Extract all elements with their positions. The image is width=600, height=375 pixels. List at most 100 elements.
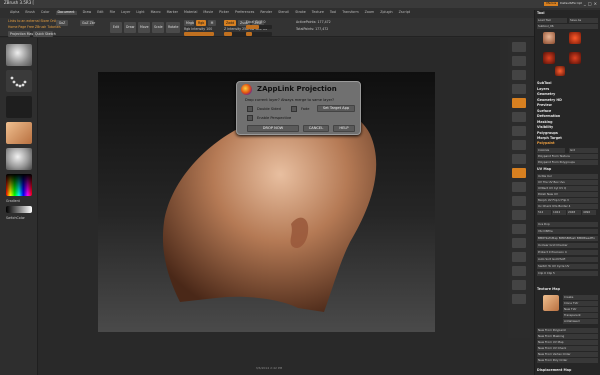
menu-item-document[interactable]: Document — [55, 10, 77, 15]
scale-icon[interactable] — [512, 210, 526, 220]
section-layers[interactable]: Layers — [537, 87, 598, 92]
menu-item-marker[interactable]: Marker — [167, 10, 178, 15]
switch-color-label[interactable]: SwitchColor — [6, 216, 25, 221]
menu-item-alpha[interactable]: Alpha — [10, 10, 19, 15]
texture-antialiased-button[interactable]: Antialiased — [563, 319, 598, 324]
head-tool-thumbnail[interactable] — [543, 32, 555, 44]
help-button[interactable]: HELP — [333, 125, 355, 132]
gradient-swatch[interactable] — [6, 206, 32, 213]
section-surface[interactable]: Surface — [537, 109, 598, 114]
uv-tool-row[interactable]: Clip 0 Clip 5 — [537, 271, 598, 276]
mrgb-button[interactable]: Mrgb — [184, 20, 194, 26]
menu-item-render[interactable]: Render — [260, 10, 272, 15]
cancel-button[interactable]: CANCEL — [303, 125, 329, 132]
grd-toggle[interactable]: Grd — [569, 148, 598, 153]
load-tool-button[interactable]: Load Tool — [537, 18, 567, 23]
texture-map-thumbnail[interactable] — [543, 295, 559, 311]
menus-button[interactable]: Menus — [544, 1, 559, 6]
section-morph-target[interactable]: Morph Target — [537, 136, 598, 141]
menu-item-tool[interactable]: Tool — [330, 10, 336, 15]
menu-item-movie[interactable]: Movie — [203, 10, 213, 15]
save-as-button[interactable]: Save As — [569, 18, 598, 23]
polypaint-header[interactable]: Polypaint — [537, 141, 598, 146]
menu-item-texture[interactable]: Texture — [312, 10, 324, 15]
alpha-thumbnail[interactable] — [6, 96, 32, 118]
section-polygroups[interactable]: Polygroups — [537, 131, 598, 136]
quick-sketch-button[interactable]: Quick Sketch — [33, 31, 56, 37]
rgb-intensity-slider[interactable] — [184, 32, 214, 36]
displacement-header[interactable]: Displacement Map — [537, 368, 598, 373]
uv-row[interactable]: Polish New UV — [537, 192, 598, 197]
zadd-button[interactable]: Zadd — [224, 20, 236, 26]
uv-row[interactable]: Uvtile Uvc — [537, 174, 598, 179]
m-button[interactable]: M — [208, 20, 216, 26]
color-picker[interactable] — [6, 174, 32, 196]
section-geometry-hd[interactable]: Geometry HD — [537, 98, 598, 103]
section-geometry[interactable]: Geometry — [537, 92, 598, 97]
menu-item-draw[interactable]: Draw — [83, 10, 92, 15]
menu-item-zscript[interactable]: Zscript — [399, 10, 410, 15]
xyz-icon[interactable] — [512, 168, 526, 178]
stroke-thumbnail[interactable] — [6, 70, 32, 92]
uv-tool-row[interactable]: Vtv DNTile — [537, 229, 598, 234]
bpr-icon[interactable] — [512, 42, 526, 52]
drop-now-button[interactable]: DROP NOW — [247, 125, 299, 132]
menu-item-stroke[interactable]: Stroke — [295, 10, 306, 15]
uv-size-2048[interactable]: 2048 — [567, 210, 581, 215]
uv-row[interactable]: UV Tile UV Box Uvs — [537, 180, 598, 185]
menu-item-brush[interactable]: Brush — [25, 10, 35, 15]
spix-icon[interactable] — [512, 56, 526, 66]
gradient-label[interactable]: Gradient — [6, 199, 20, 204]
menu-item-edit[interactable]: Edit — [97, 10, 103, 15]
polypaint-from-texture-button[interactable]: Polypaint From Texture — [537, 154, 598, 159]
texture-create-button[interactable]: Create — [563, 295, 598, 300]
edit-button[interactable]: Edit — [110, 22, 122, 33]
move-button[interactable]: Move — [138, 22, 150, 33]
section-subtool[interactable]: SubTool — [537, 81, 598, 86]
colorize-toggle[interactable]: Colorize — [537, 148, 565, 153]
texture-clone-txtr-button[interactable]: Clone Txtr — [563, 301, 598, 306]
double-sided-checkbox[interactable] — [247, 106, 253, 112]
new-from-row[interactable]: New From Polypaint — [537, 328, 598, 333]
current-tool-name[interactable]: Subtool_06 — [537, 24, 598, 29]
menu-item-zplugin[interactable]: Zplugin — [380, 10, 392, 15]
transp-icon[interactable] — [512, 252, 526, 262]
menu-item-macro[interactable]: Macro — [151, 10, 161, 15]
uv-tool-row[interactable]: BMRTileToMap BMRSBMesh BMRBleedFix — [537, 236, 598, 241]
new-from-row[interactable]: New From UV Check — [537, 346, 598, 351]
set-target-app-button[interactable]: Set Target App — [317, 105, 355, 112]
new-from-row[interactable]: New From Vertex Order — [537, 352, 598, 357]
menu-item-material[interactable]: Material — [184, 10, 197, 15]
section-preview[interactable]: Preview — [537, 103, 598, 108]
subtool04-thumbnail[interactable] — [569, 32, 581, 44]
rotate-button[interactable]: Rotate — [166, 22, 180, 33]
menu-item-file[interactable]: File — [110, 10, 116, 15]
menu-item-stencil[interactable]: Stencil — [278, 10, 289, 15]
uv-tool-row[interactable]: Uvclear Grid Checker — [537, 243, 598, 248]
floor-icon[interactable] — [512, 140, 526, 150]
sphere-thumbnail[interactable] — [543, 52, 555, 64]
persp-icon[interactable] — [512, 126, 526, 136]
cylinder-thumbnail[interactable] — [555, 66, 565, 76]
uv-tool-row[interactable]: Protect 0 Precision 4 — [537, 250, 598, 255]
minimize-button[interactable]: _ — [584, 1, 586, 7]
fade-checkbox[interactable] — [291, 106, 297, 112]
xpose-icon[interactable] — [512, 294, 526, 304]
uv-size-4096[interactable]: 4096 — [582, 210, 596, 215]
draw-size-slider[interactable] — [246, 32, 272, 36]
move-icon[interactable] — [512, 196, 526, 206]
draw-button[interactable]: Draw — [124, 22, 136, 33]
ghost-icon[interactable] — [512, 266, 526, 276]
section-visibility[interactable]: Visibility — [537, 125, 598, 130]
uv-row[interactable]: UVRect UV Cyl UV Q — [537, 186, 598, 191]
rotate-icon[interactable] — [512, 224, 526, 234]
uv-tool-row[interactable]: Auto Sort GoUVSoft — [537, 257, 598, 262]
scroll-icon[interactable] — [512, 70, 526, 80]
menu-item-layer[interactable]: Layer — [121, 10, 130, 15]
info-line-2[interactable]: Home Page Free ZBrush Tutorials — [8, 25, 61, 30]
actual-icon[interactable] — [512, 98, 526, 108]
brush-thumbnail[interactable] — [6, 44, 32, 66]
menu-item-zoom[interactable]: Zoom — [365, 10, 375, 15]
section-deformation[interactable]: Deformation — [537, 114, 598, 119]
enable-perspective-checkbox[interactable] — [247, 115, 253, 121]
